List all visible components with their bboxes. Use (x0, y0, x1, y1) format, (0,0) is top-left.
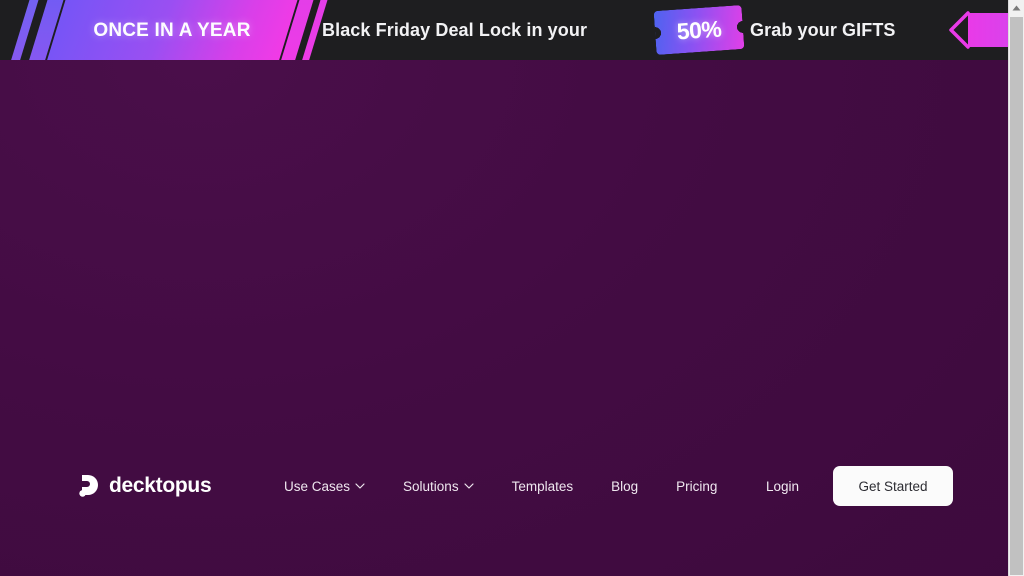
promo-banner[interactable]: ONCE IN A YEAR Black Friday Deal Lock in… (0, 0, 1008, 60)
brand-logo-link[interactable]: decktopus (78, 474, 212, 498)
decktopus-logo-icon (79, 475, 98, 497)
webpage-root: ONCE IN A YEAR Black Friday Deal Lock in… (0, 0, 1008, 576)
chevron-down-icon (463, 483, 474, 489)
promo-headline: Black Friday Deal Lock in your (322, 19, 588, 40)
nav-item-use-cases-label: Use Cases (284, 478, 351, 494)
scroll-up-arrow-icon[interactable] (1009, 0, 1024, 16)
nav-item-solutions[interactable]: Solutions (403, 479, 474, 494)
nav-item-pricing-label: Pricing (676, 478, 718, 494)
promo-discount-label: 50% (675, 14, 723, 45)
vertical-scrollbar[interactable] (1008, 0, 1024, 576)
nav-item-templates-label: Templates (511, 478, 574, 494)
promo-badge-label: ONCE IN A YEAR (93, 20, 251, 41)
promo-cta-text: Grab your GIFTS (750, 19, 896, 40)
scrollbar-thumb[interactable] (1010, 17, 1023, 575)
get-started-button[interactable]: Get Started (833, 466, 954, 506)
main-navigation: decktopus Use Cases Solutions Templates … (0, 456, 1008, 516)
nav-item-use-cases[interactable]: Use Cases (284, 479, 365, 494)
nav-item-solutions-label: Solutions (403, 478, 459, 494)
nav-item-templates[interactable]: Templates (512, 479, 574, 494)
nav-actions-group: Login Get Started (766, 466, 954, 506)
browser-viewport: ONCE IN A YEAR Black Friday Deal Lock in… (0, 0, 1024, 576)
arrow-left-block-icon (968, 13, 1008, 47)
ticket-icon: 50% (653, 4, 745, 56)
nav-item-pricing[interactable]: Pricing (676, 479, 717, 494)
promo-badge-block: ONCE IN A YEAR (42, 0, 302, 60)
nav-item-blog[interactable]: Blog (611, 479, 638, 494)
login-link[interactable]: Login (766, 479, 799, 494)
brand-name-label: decktopus (109, 474, 212, 497)
nav-links-group: Use Cases Solutions Templates Blog Prici… (284, 479, 717, 494)
chevron-down-icon (355, 483, 365, 489)
nav-item-blog-label: Blog (611, 478, 639, 494)
